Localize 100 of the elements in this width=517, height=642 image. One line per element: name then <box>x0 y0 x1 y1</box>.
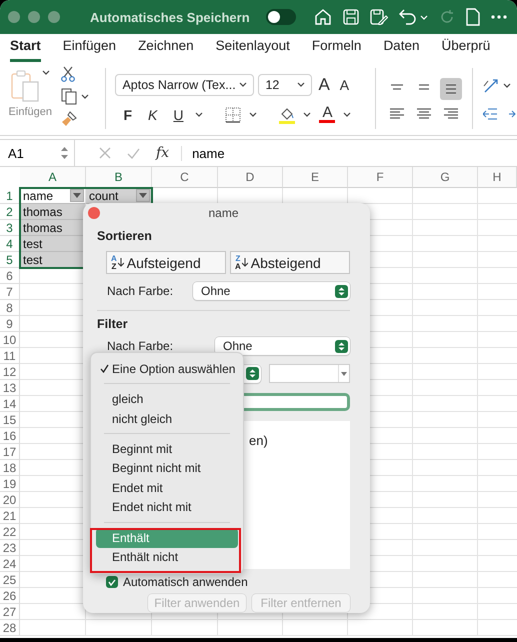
fill-color-icon[interactable] <box>279 106 296 124</box>
row-header[interactable]: 27 <box>0 604 20 620</box>
save-icon[interactable] <box>342 9 359 25</box>
caret-icon[interactable] <box>343 112 352 117</box>
underline-button[interactable]: U <box>169 106 188 122</box>
row-header[interactable]: 11 <box>0 348 20 364</box>
bold-button[interactable]: F <box>119 106 136 122</box>
row-header[interactable]: 22 <box>0 524 20 540</box>
caret-icon[interactable] <box>73 193 81 198</box>
ribbon-tab[interactable]: Formeln <box>312 38 362 62</box>
row-header[interactable]: 25 <box>0 572 20 588</box>
home-icon[interactable] <box>314 8 332 26</box>
ribbon-tab[interactable]: Seitenlayout <box>216 38 290 62</box>
caret-icon[interactable] <box>139 193 147 198</box>
row-header[interactable]: 21 <box>0 508 20 524</box>
checkbox-label[interactable]: Automatisch anwenden <box>123 575 248 589</box>
row-header[interactable]: 6 <box>0 268 20 284</box>
caret-icon[interactable] <box>42 70 50 75</box>
font-size-select[interactable]: 12 <box>258 74 312 96</box>
scissors-icon[interactable] <box>60 66 75 82</box>
ribbon-tab[interactable]: Überprü <box>441 38 490 62</box>
paste-label[interactable]: Einfügen <box>8 106 52 118</box>
row-header[interactable]: 4 <box>0 236 20 252</box>
orientation-icon[interactable] <box>482 78 499 94</box>
stepper-icon[interactable] <box>246 367 260 380</box>
filter-button[interactable] <box>136 189 150 202</box>
caret-icon[interactable] <box>80 94 89 99</box>
align-left-icon[interactable] <box>390 108 404 120</box>
checkbox[interactable] <box>106 576 118 588</box>
menu-item[interactable]: Eine Option auswählen <box>96 359 238 378</box>
row-header[interactable]: 5 <box>0 252 20 268</box>
sort-button[interactable]: Z A Absteigend <box>230 251 350 274</box>
list-item[interactable]: en) <box>240 433 350 448</box>
copy-icon[interactable] <box>60 88 77 105</box>
column-header[interactable]: B <box>86 167 152 188</box>
menu-item[interactable]: Endet nicht mit <box>96 498 238 518</box>
row-header[interactable]: 26 <box>0 588 20 604</box>
ribbon-tab[interactable]: Zeichnen <box>138 38 194 62</box>
formula-field[interactable]: name <box>181 146 225 160</box>
row-header[interactable]: 28 <box>0 620 20 636</box>
column-header[interactable]: E <box>283 167 348 188</box>
save-edit-icon[interactable] <box>370 9 388 25</box>
row-header[interactable]: 12 <box>0 364 20 380</box>
stepper-icon[interactable] <box>61 146 68 160</box>
new-document-icon[interactable] <box>466 8 480 26</box>
menu-item[interactable]: Enthält <box>96 528 238 548</box>
row-header[interactable]: 3 <box>0 220 20 236</box>
caret-icon[interactable] <box>341 372 347 376</box>
color-select[interactable]: Ohne <box>193 282 350 300</box>
menu-item[interactable]: Enthält nicht <box>96 548 238 567</box>
column-header[interactable]: F <box>348 167 413 188</box>
align-icon[interactable] <box>440 78 462 100</box>
italic-button[interactable]: K <box>144 106 162 122</box>
row-header[interactable]: 8 <box>0 300 20 316</box>
row-header[interactable]: 20 <box>0 492 20 508</box>
row-header[interactable]: 18 <box>0 460 20 476</box>
row-header[interactable]: 10 <box>0 332 20 348</box>
menu-item[interactable]: nicht gleich <box>96 408 238 428</box>
menu-item[interactable]: Beginnt nicht mit <box>96 458 238 478</box>
align-right-icon[interactable] <box>444 108 458 120</box>
sort-button[interactable]: A Z Aufsteigend <box>106 251 226 274</box>
menu-item[interactable]: Beginnt mit <box>96 439 238 459</box>
ribbon-tab[interactable]: Start <box>10 38 41 62</box>
row-header[interactable]: 23 <box>0 540 20 556</box>
column-header[interactable]: A <box>20 167 86 188</box>
caret-icon[interactable] <box>297 82 306 87</box>
row-header[interactable]: 24 <box>0 556 20 572</box>
increase-indent-icon[interactable] <box>508 108 517 120</box>
row-header[interactable]: 1 <box>0 188 20 204</box>
function-button[interactable]: fx <box>156 145 170 161</box>
caret-icon[interactable] <box>195 112 204 117</box>
row-header[interactable]: 19 <box>0 476 20 492</box>
column-header[interactable]: G <box>413 167 478 188</box>
row-header[interactable]: 16 <box>0 428 20 444</box>
row-header[interactable]: 2 <box>0 204 20 220</box>
undo-icon[interactable] <box>398 9 417 25</box>
borders-icon[interactable] <box>225 106 242 122</box>
shrink-font-button[interactable]: A <box>336 76 354 92</box>
align-center-icon[interactable] <box>417 108 432 120</box>
more-icon[interactable] <box>490 15 507 19</box>
column-header[interactable]: H <box>478 167 517 188</box>
stepper-icon[interactable] <box>335 284 348 298</box>
row-header[interactable]: 17 <box>0 444 20 460</box>
filter-button[interactable] <box>70 189 84 202</box>
font-name-select[interactable]: Aptos Narrow (Tex... <box>115 74 254 96</box>
color-select[interactable]: Ohne <box>215 337 350 355</box>
caret-icon[interactable] <box>502 83 511 88</box>
decrease-indent-icon[interactable] <box>482 108 497 120</box>
close-button[interactable] <box>88 207 100 219</box>
row-header[interactable]: 9 <box>0 316 20 332</box>
column-header[interactable]: C <box>152 167 218 188</box>
row-header[interactable]: 14 <box>0 396 20 412</box>
ribbon-tab[interactable]: Einfügen <box>62 38 116 62</box>
menu-item[interactable]: Endet mit <box>96 478 238 498</box>
column-header[interactable]: D <box>218 167 283 188</box>
ribbon-tab[interactable]: Daten <box>383 38 420 62</box>
row-header[interactable]: 15 <box>0 412 20 428</box>
menu-item[interactable]: gleich <box>96 389 238 409</box>
name-box[interactable]: A1 <box>0 140 75 166</box>
caret-icon[interactable] <box>249 112 258 117</box>
